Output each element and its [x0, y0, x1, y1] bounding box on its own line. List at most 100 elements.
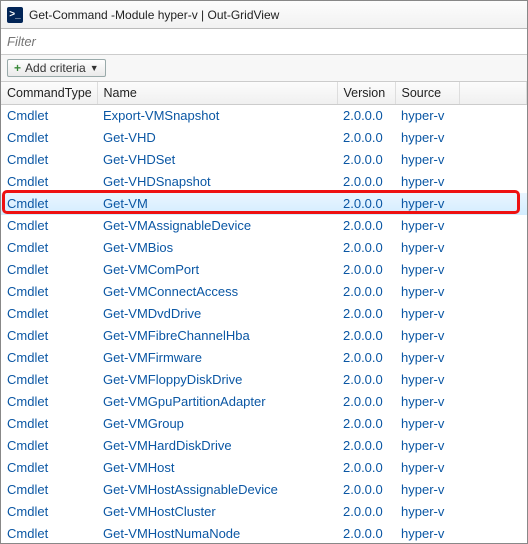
- table-row[interactable]: CmdletGet-VMBios2.0.0.0hyper-v: [1, 237, 527, 259]
- table-row[interactable]: CmdletGet-VMHost2.0.0.0hyper-v: [1, 457, 527, 479]
- table-row[interactable]: CmdletGet-VMHostNumaNode2.0.0.0hyper-v: [1, 523, 527, 544]
- cell-extra: [459, 457, 527, 479]
- table-row[interactable]: CmdletGet-VMFirmware2.0.0.0hyper-v: [1, 347, 527, 369]
- cell-version: 2.0.0.0: [337, 105, 395, 127]
- cell-name: Get-VM: [97, 193, 337, 215]
- cell-extra: [459, 259, 527, 281]
- results-grid: CommandType Name Version Source CmdletEx…: [1, 82, 527, 543]
- table-row[interactable]: CmdletGet-VM2.0.0.0hyper-v: [1, 193, 527, 215]
- out-gridview-window: >_ Get-Command -Module hyper-v | Out-Gri…: [0, 0, 528, 544]
- cell-name: Get-VMFloppyDiskDrive: [97, 369, 337, 391]
- cell-source: hyper-v: [395, 523, 459, 544]
- cell-name: Get-VMFirmware: [97, 347, 337, 369]
- column-header-version[interactable]: Version: [337, 82, 395, 105]
- column-header-source[interactable]: Source: [395, 82, 459, 105]
- cell-source: hyper-v: [395, 281, 459, 303]
- cell-name: Get-VMDvdDrive: [97, 303, 337, 325]
- cell-source: hyper-v: [395, 347, 459, 369]
- cell-name: Get-VHDSnapshot: [97, 171, 337, 193]
- cell-version: 2.0.0.0: [337, 193, 395, 215]
- cell-source: hyper-v: [395, 479, 459, 501]
- cell-source: hyper-v: [395, 325, 459, 347]
- cell-source: hyper-v: [395, 105, 459, 127]
- cell-commandtype: Cmdlet: [1, 193, 97, 215]
- cell-version: 2.0.0.0: [337, 303, 395, 325]
- criteria-bar: + Add criteria ▼: [1, 55, 527, 82]
- cell-extra: [459, 105, 527, 127]
- filter-input[interactable]: [1, 29, 527, 54]
- chevron-down-icon: ▼: [90, 63, 99, 73]
- cell-source: hyper-v: [395, 303, 459, 325]
- cell-name: Get-VMFibreChannelHba: [97, 325, 337, 347]
- table-row[interactable]: CmdletGet-VMGpuPartitionAdapter2.0.0.0hy…: [1, 391, 527, 413]
- cell-commandtype: Cmdlet: [1, 413, 97, 435]
- cell-extra: [459, 237, 527, 259]
- cell-commandtype: Cmdlet: [1, 237, 97, 259]
- cell-extra: [459, 523, 527, 544]
- table-row[interactable]: CmdletGet-VMConnectAccess2.0.0.0hyper-v: [1, 281, 527, 303]
- cell-commandtype: Cmdlet: [1, 523, 97, 544]
- table-row[interactable]: CmdletGet-VMHostAssignableDevice2.0.0.0h…: [1, 479, 527, 501]
- cell-name: Get-VMHost: [97, 457, 337, 479]
- table-row[interactable]: CmdletGet-VMComPort2.0.0.0hyper-v: [1, 259, 527, 281]
- cell-name: Get-VHD: [97, 127, 337, 149]
- column-header-name[interactable]: Name: [97, 82, 337, 105]
- titlebar: >_ Get-Command -Module hyper-v | Out-Gri…: [1, 1, 527, 29]
- cell-version: 2.0.0.0: [337, 215, 395, 237]
- cell-name: Get-VMAssignableDevice: [97, 215, 337, 237]
- cell-version: 2.0.0.0: [337, 325, 395, 347]
- cell-source: hyper-v: [395, 193, 459, 215]
- cell-commandtype: Cmdlet: [1, 479, 97, 501]
- column-header-commandtype[interactable]: CommandType: [1, 82, 97, 105]
- cell-commandtype: Cmdlet: [1, 215, 97, 237]
- cell-commandtype: Cmdlet: [1, 435, 97, 457]
- table-row[interactable]: CmdletGet-VHDSet2.0.0.0hyper-v: [1, 149, 527, 171]
- cell-source: hyper-v: [395, 149, 459, 171]
- filter-bar: [1, 29, 527, 55]
- cell-source: hyper-v: [395, 435, 459, 457]
- cell-commandtype: Cmdlet: [1, 369, 97, 391]
- table-row[interactable]: CmdletGet-VMDvdDrive2.0.0.0hyper-v: [1, 303, 527, 325]
- cell-source: hyper-v: [395, 391, 459, 413]
- cell-extra: [459, 435, 527, 457]
- cell-name: Get-VMConnectAccess: [97, 281, 337, 303]
- table-row[interactable]: CmdletExport-VMSnapshot2.0.0.0hyper-v: [1, 105, 527, 127]
- cell-source: hyper-v: [395, 127, 459, 149]
- table-row[interactable]: CmdletGet-VMFloppyDiskDrive2.0.0.0hyper-…: [1, 369, 527, 391]
- cell-name: Get-VMHostAssignableDevice: [97, 479, 337, 501]
- cell-commandtype: Cmdlet: [1, 347, 97, 369]
- window-title: Get-Command -Module hyper-v | Out-GridVi…: [29, 8, 279, 22]
- cell-source: hyper-v: [395, 259, 459, 281]
- table-row[interactable]: CmdletGet-VMAssignableDevice2.0.0.0hyper…: [1, 215, 527, 237]
- cell-extra: [459, 479, 527, 501]
- cell-version: 2.0.0.0: [337, 391, 395, 413]
- table-row[interactable]: CmdletGet-VMGroup2.0.0.0hyper-v: [1, 413, 527, 435]
- cell-commandtype: Cmdlet: [1, 105, 97, 127]
- grid-scroll-region[interactable]: CommandType Name Version Source CmdletEx…: [1, 82, 527, 543]
- table-row[interactable]: CmdletGet-VMHostCluster2.0.0.0hyper-v: [1, 501, 527, 523]
- cell-extra: [459, 215, 527, 237]
- column-header-extra[interactable]: [459, 82, 527, 105]
- table-row[interactable]: CmdletGet-VHDSnapshot2.0.0.0hyper-v: [1, 171, 527, 193]
- cell-version: 2.0.0.0: [337, 435, 395, 457]
- cell-version: 2.0.0.0: [337, 171, 395, 193]
- cell-source: hyper-v: [395, 215, 459, 237]
- cell-commandtype: Cmdlet: [1, 171, 97, 193]
- cell-version: 2.0.0.0: [337, 127, 395, 149]
- cell-version: 2.0.0.0: [337, 457, 395, 479]
- cell-extra: [459, 303, 527, 325]
- cell-commandtype: Cmdlet: [1, 391, 97, 413]
- table-row[interactable]: CmdletGet-VMHardDiskDrive2.0.0.0hyper-v: [1, 435, 527, 457]
- cell-extra: [459, 149, 527, 171]
- cell-extra: [459, 193, 527, 215]
- table-row[interactable]: CmdletGet-VHD2.0.0.0hyper-v: [1, 127, 527, 149]
- cell-source: hyper-v: [395, 501, 459, 523]
- cell-version: 2.0.0.0: [337, 501, 395, 523]
- cell-commandtype: Cmdlet: [1, 457, 97, 479]
- add-criteria-button[interactable]: + Add criteria ▼: [7, 59, 106, 77]
- table-row[interactable]: CmdletGet-VMFibreChannelHba2.0.0.0hyper-…: [1, 325, 527, 347]
- cell-extra: [459, 171, 527, 193]
- cell-source: hyper-v: [395, 237, 459, 259]
- cell-commandtype: Cmdlet: [1, 325, 97, 347]
- cell-name: Get-VHDSet: [97, 149, 337, 171]
